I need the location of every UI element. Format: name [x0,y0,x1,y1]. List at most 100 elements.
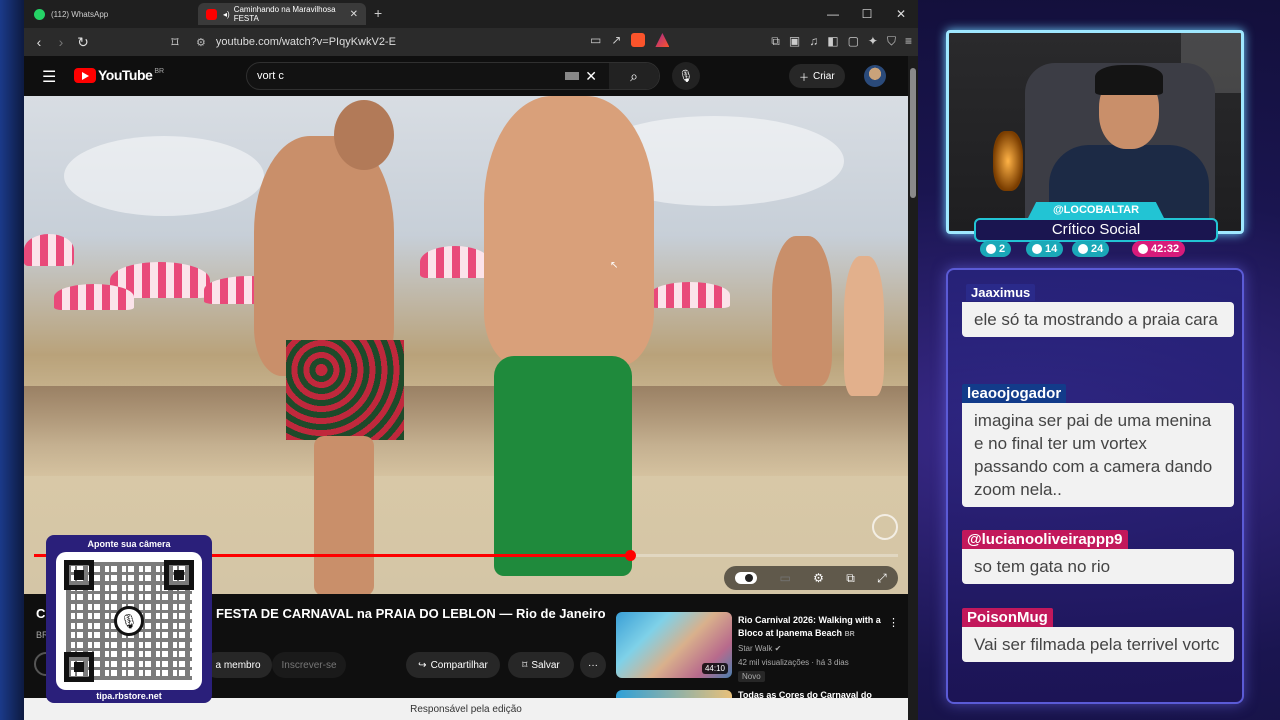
streamer-handle: @LOCOBALTAR [1028,202,1164,218]
search-button[interactable]: ⌕ [609,63,659,89]
wallet-icon[interactable]: ▢ [848,34,859,49]
menu-icon[interactable]: ≡ [905,34,912,49]
youtube-icon [1032,244,1042,254]
autoplay-toggle[interactable] [735,572,758,584]
chat-author: @lucianooliveirappp9 [962,530,1128,549]
chat-author: leaoojogador [962,384,1067,403]
mouse-cursor: ↖ [610,260,619,271]
create-button[interactable]: ＋ Criar [789,64,845,88]
left-edge-glow [0,0,24,720]
youtube-wordmark: YouTube [98,67,153,83]
country-code: BR [154,67,165,75]
share-label: Compartilhar [430,659,488,671]
keyboard-icon[interactable] [565,72,580,80]
voice-search-icon[interactable]: 🎙 [672,62,700,90]
more-options-icon[interactable]: ⋮ [888,616,899,629]
youtube-logo[interactable]: YouTube BR [74,67,164,83]
chat-author: PoisonMug [962,608,1053,627]
minimize-button[interactable]: — [816,0,850,28]
scrubber-handle[interactable] [625,550,637,561]
subtitles-icon[interactable]: ▭ [779,571,790,585]
tab-youtube[interactable]: ◂) Caminhando na Maravilhosa FESTA ✕ [198,3,366,25]
whatsapp-icon [34,8,45,20]
tab-label: Caminhando na Maravilhosa FESTA [233,5,336,23]
tab-whatsapp[interactable]: (112) WhatsApp [26,3,196,25]
bookmark-icon: ⌑ [522,659,528,671]
brave-shields-icon[interactable] [631,33,646,47]
music-icon[interactable]: ♫ [809,34,818,49]
plus-icon: ＋ [799,72,809,84]
share-button[interactable]: ↪ Compartilhar [406,652,500,678]
address-actions: ▭ ↗ [590,33,670,47]
viewer-stats: 2 14 24 42:32 [974,241,1224,259]
url-text: youtube.com/watch?v=PIqyKwkV2-E [215,36,396,48]
new-tab-button[interactable]: + [374,5,382,21]
more-icon: ··· [588,659,598,671]
search-input[interactable]: vort c [247,70,565,82]
maximize-button[interactable]: ☐ [850,0,884,28]
close-window-button[interactable]: ✕ [884,0,918,28]
chat-text: so tem gata no rio [962,549,1234,584]
twitch-icon [986,244,996,254]
window-controls: — ☐ ✕ [816,0,918,28]
qr-code: 🎙 [56,552,202,690]
qr-caption-bottom: tipa.rbstore.net [96,691,162,701]
video-player[interactable]: ↖ ▭ ⚙ ⧉ ⤢ [24,96,908,594]
stream-uptime: 42:32 [1132,241,1186,257]
bookmark-icon[interactable]: ⌑ [164,34,186,51]
extensions-icon[interactable]: ⧉ [771,34,780,49]
address-bar[interactable]: ⚙ youtube.com/watch?v=PIqyKwkV2-E [196,30,756,54]
microphone-icon: 🎙 [114,606,144,636]
back-icon[interactable]: ‹ [28,34,50,50]
close-tab-icon[interactable]: ✕ [350,9,358,20]
recommendation-meta: 42 mil visualizações · há 3 dias [738,658,849,667]
qr-card: Aponte sua câmera 🎙 tipa.rbstore.net [46,535,212,703]
vpn-icon[interactable]: ⛉ [887,34,896,49]
subscribe-label: Inscrever-se [281,659,337,671]
hamburger-menu-icon[interactable]: ☰ [42,67,56,87]
twitch-viewers: 2 [980,241,1012,257]
chat-message: leaoojogador imagina ser pai de uma meni… [962,384,1234,507]
sidebar-icon[interactable]: ◧ [827,34,838,49]
member-label: a membro [215,659,261,671]
kick-icon [1078,244,1088,254]
more-actions-button[interactable]: ··· [580,652,606,678]
forward-icon[interactable]: › [50,34,72,50]
scrollbar-thumb[interactable] [910,68,916,198]
recommendation-title[interactable]: Rio Carnival 2026: Walking with a Bloco … [738,614,888,641]
subscribe-button[interactable]: Inscrever-se [272,652,346,678]
channel-watermark[interactable] [872,514,898,540]
page-scrollbar[interactable] [908,56,918,720]
join-member-button[interactable]: a membro [204,652,272,678]
cast-icon[interactable]: ▭ [590,33,601,47]
clear-search-icon[interactable]: ✕ [585,68,597,85]
youtube-play-icon [74,67,96,83]
leo-icon[interactable]: ✦ [868,34,878,49]
recommendation-channel[interactable]: Star Walk ✔ [738,644,781,653]
recommendation-thumbnail[interactable]: 44:10 [616,612,732,678]
save-label: Salvar [531,659,560,671]
lamp [993,131,1023,191]
fullscreen-icon[interactable]: ⤢ [877,571,887,586]
duration-badge: 44:10 [701,663,728,674]
tab-bar: (112) WhatsApp ◂) Caminhando na Maravilh… [24,0,918,28]
reader-icon[interactable]: ▣ [789,34,800,49]
miniplayer-icon[interactable]: ⧉ [846,571,855,586]
chat-author: Jaaximus [966,284,1036,301]
settings-gear-icon[interactable]: ⚙ [813,571,824,585]
chat-panel: Jaaximus ele só ta mostrando a praia car… [946,268,1244,704]
brave-rewards-icon[interactable] [655,33,670,47]
save-button[interactable]: ⌑ Salvar [508,652,574,678]
chat-text: imagina ser pai de uma menina e no final… [962,403,1234,507]
new-badge: Novo [738,671,765,682]
kick-viewers: 24 [1072,241,1110,257]
reload-icon[interactable]: ↻ [72,34,94,51]
share-icon[interactable]: ↗ [611,33,621,47]
youtube-icon [206,8,217,20]
site-settings-icon[interactable]: ⚙ [196,36,206,49]
verified-icon: ✔ [774,644,782,653]
youtube-viewers: 14 [1026,241,1064,257]
account-avatar[interactable] [864,65,886,87]
youtube-header: ☰ YouTube BR vort c ✕ ⌕ 🎙 ＋ Criar [24,56,918,96]
tab-label: (112) WhatsApp [51,9,109,19]
